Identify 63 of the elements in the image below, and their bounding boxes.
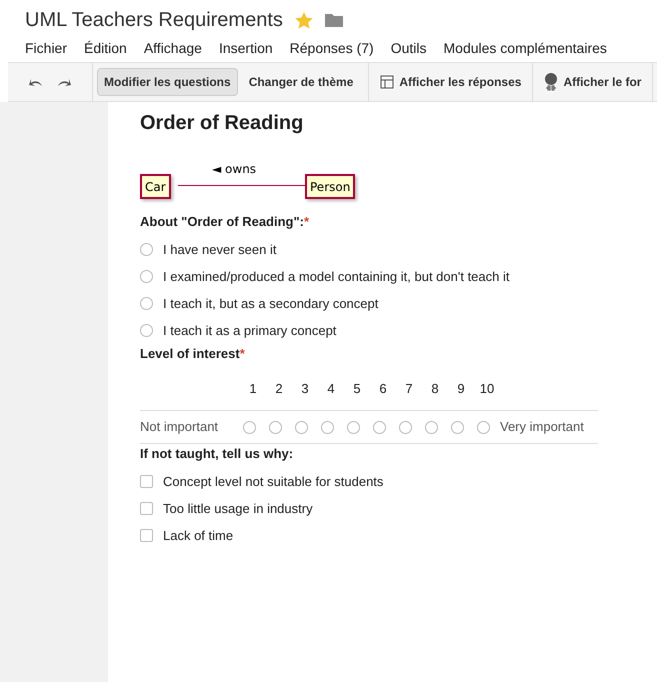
- scale-number: 6: [378, 380, 388, 398]
- radio-button[interactable]: [140, 297, 153, 310]
- question-title: Level of interest: [140, 345, 240, 364]
- radio-button[interactable]: [424, 420, 438, 434]
- option-label: I examined/produced a model containing it, but don't teach it: [163, 268, 510, 286]
- section-title: Order of Reading: [140, 111, 304, 136]
- scale-number: 1: [248, 380, 258, 398]
- question-title: If not taught, tell us why:: [140, 445, 294, 464]
- menu-item[interactable]: Affichage: [144, 38, 202, 58]
- scale-label: Very important: [500, 418, 584, 436]
- option-label: I teach it, but as a secondary concept: [163, 294, 378, 313]
- association-label: ◄ owns: [212, 161, 256, 178]
- table-icon: [380, 75, 394, 89]
- menu-item[interactable]: Fichier: [25, 38, 68, 58]
- menu-item[interactable]: Édition: [84, 38, 127, 58]
- radio-button[interactable]: [140, 324, 153, 337]
- checkbox[interactable]: [140, 475, 153, 488]
- option-label: Lack of time: [163, 526, 234, 545]
- redo-icon[interactable]: [56, 77, 72, 87]
- checkbox[interactable]: [140, 502, 153, 515]
- scale-number: 3: [300, 380, 310, 398]
- scale-number: 9: [456, 380, 466, 398]
- radio-button[interactable]: [242, 420, 256, 434]
- toolbar-button[interactable]: Afficher le for: [537, 68, 648, 96]
- scale-number: 5: [352, 380, 362, 398]
- radio-button[interactable]: [398, 420, 412, 434]
- document-title: UML Teachers Requirements: [25, 8, 283, 33]
- menu-item[interactable]: Modules complémentaires: [444, 38, 607, 58]
- folder-icon[interactable]: [324, 13, 343, 27]
- option-label: I have never seen it: [163, 240, 276, 259]
- radio-button[interactable]: [346, 420, 360, 434]
- undo-icon[interactable]: [28, 77, 44, 87]
- radio-button[interactable]: [320, 420, 334, 434]
- toolbar-button[interactable]: Afficher les réponses: [373, 68, 528, 96]
- scale-number: 7: [404, 380, 414, 398]
- toolbar-button[interactable]: Changer de thème: [242, 68, 360, 96]
- scale-number: 10: [478, 380, 496, 398]
- radio-button[interactable]: [476, 420, 490, 434]
- scale-label: Not important: [140, 418, 220, 436]
- class-box: Car: [140, 174, 171, 199]
- radio-button[interactable]: [450, 420, 464, 434]
- menu-item[interactable]: Outils: [390, 38, 426, 58]
- radio-button[interactable]: [268, 420, 282, 434]
- class-box: Person: [305, 174, 356, 199]
- toolbar-button[interactable]: Modifier les questions: [97, 68, 238, 96]
- required-mark: *: [304, 213, 310, 232]
- scale-number: 2: [274, 380, 284, 398]
- star-icon[interactable]: [294, 12, 313, 28]
- menu-item[interactable]: Réponses (7): [290, 38, 374, 58]
- option-label: I teach it as a primary concept: [163, 322, 336, 340]
- scale-number: 4: [326, 380, 336, 398]
- radio-button[interactable]: [372, 420, 386, 434]
- scale-number: 8: [430, 380, 440, 398]
- radio-button[interactable]: [140, 243, 153, 256]
- option-label: Concept level not suitable for students: [163, 472, 384, 491]
- globe-link-icon: [544, 73, 558, 91]
- required-mark: *: [240, 345, 245, 364]
- question-title: About "Order of Reading":: [140, 213, 304, 232]
- radio-button[interactable]: [294, 420, 308, 434]
- checkbox[interactable]: [140, 529, 153, 542]
- radio-button[interactable]: [140, 270, 153, 283]
- menu-item[interactable]: Insertion: [218, 38, 273, 58]
- option-label: Too little usage in industry: [163, 500, 313, 518]
